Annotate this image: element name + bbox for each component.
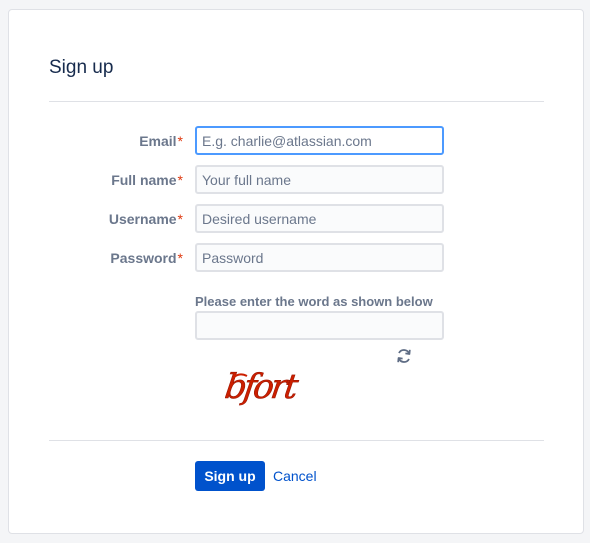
full-name-label: Full name* [111, 172, 183, 188]
header-divider [49, 101, 544, 102]
svg-text:bfort: bfort [225, 367, 301, 407]
refresh-icon[interactable] [395, 347, 413, 365]
footer-divider [49, 440, 544, 441]
password-field[interactable] [195, 243, 444, 272]
sign-up-button[interactable]: Sign up [195, 461, 265, 491]
required-marker: * [177, 211, 183, 227]
username-label: Username* [108, 211, 183, 227]
required-marker: * [177, 172, 183, 188]
email-label: Email* [139, 133, 183, 149]
captcha-image: bfort [222, 360, 325, 408]
captcha-label: Please enter the word as shown below [195, 294, 433, 309]
cancel-link[interactable]: Cancel [273, 468, 317, 484]
required-marker: * [177, 133, 183, 149]
required-marker: * [177, 250, 183, 266]
page-title: Sign up [49, 57, 114, 78]
email-field[interactable] [195, 126, 444, 155]
signup-panel: Sign up Email* Full name* Username* Pass… [8, 9, 584, 534]
full-name-field[interactable] [195, 165, 444, 194]
password-label: Password* [110, 250, 183, 266]
username-field[interactable] [195, 204, 444, 233]
captcha-input[interactable] [195, 311, 444, 340]
